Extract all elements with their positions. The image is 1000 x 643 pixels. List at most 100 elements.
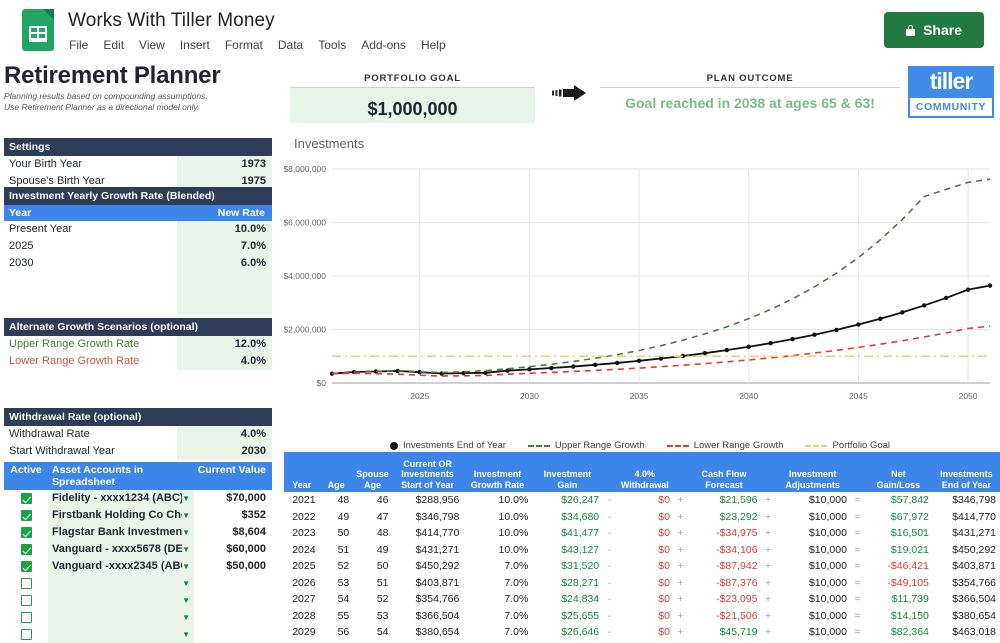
table-cell: 50 [353, 558, 392, 575]
account-name-cell[interactable]: Fidelity - xxxx1234 (ABC)▼ [48, 490, 194, 507]
document-title[interactable]: Works With Tiller Money [68, 10, 275, 32]
account-active-checkbox[interactable] [21, 510, 32, 521]
table-cell: 7.0% [463, 591, 532, 608]
menu-item-add-ons[interactable]: Add-ons [361, 38, 406, 52]
chevron-down-icon[interactable]: ▼ [182, 592, 194, 609]
account-active-checkbox[interactable] [21, 629, 32, 640]
chart-data-point [615, 361, 619, 365]
table-row[interactable]: 20275452$354,7667.0%$24,834-$0+-$23,095+… [284, 591, 1000, 608]
account-name-cell[interactable]: ▼ [48, 592, 194, 609]
account-name-cell[interactable]: ▼ [48, 626, 194, 643]
table-column-header[interactable]: InvestmentGrowth Rate [463, 452, 532, 492]
table-row[interactable]: 20224947$346,79810.0%$34,680-$0+$23,292+… [284, 509, 1000, 526]
chevron-down-icon[interactable]: ▼ [182, 626, 194, 643]
withdrawal-setting-value[interactable]: 2030 [177, 443, 272, 460]
chevron-down-icon[interactable]: ▼ [182, 541, 194, 558]
growth-rate-value[interactable]: 6.0% [177, 255, 272, 272]
account-active-checkbox[interactable] [21, 595, 32, 606]
menu-item-file[interactable]: File [69, 38, 88, 52]
account-name-cell[interactable]: Firstbank Holding Co Checkin▼ [48, 507, 194, 524]
table-column-header[interactable]: Year [284, 452, 319, 492]
account-active-cell[interactable] [4, 544, 48, 555]
table-cell: $431,271 [933, 525, 1000, 542]
withdrawal-panel-title: Withdrawal Rate (optional) [4, 408, 272, 426]
legend-item[interactable]: Portfolio Goal [805, 440, 890, 451]
table-row[interactable]: 20255250$450,2927.0%$31,520-$0+-$87,942+… [284, 558, 1000, 575]
menu-item-tools[interactable]: Tools [318, 38, 346, 52]
growth-rate-value[interactable]: 7.0% [177, 238, 272, 255]
legend-item[interactable]: Lower Range Growth [667, 440, 784, 451]
table-column-header[interactable]: 4.0%Withdrawal [616, 452, 674, 492]
table-column-header[interactable]: SpouseAge [353, 452, 392, 492]
menu-item-insert[interactable]: Insert [180, 38, 210, 52]
table-row[interactable]: 20295654$380,6547.0%$26,646-$0+$45,719+$… [284, 624, 1000, 641]
chevron-down-icon[interactable]: ▼ [182, 558, 194, 575]
withdrawal-setting-label: Withdrawal Rate [4, 426, 177, 443]
account-active-cell[interactable] [4, 510, 48, 521]
legend-item[interactable]: Investments End of Year [390, 440, 506, 451]
table-column-header[interactable]: NetGain/Loss [864, 452, 933, 492]
table-column-header[interactable]: Age [319, 452, 353, 492]
table-cell: $25,655 [532, 608, 603, 625]
chevron-down-icon[interactable]: ▼ [182, 507, 194, 524]
table-row[interactable]: 20235048$414,77010.0%$41,477-$0+-$34,975… [284, 525, 1000, 542]
account-active-checkbox[interactable] [21, 612, 32, 623]
table-row[interactable]: 20245149$431,27110.0%$43,127-$0+-$34,106… [284, 542, 1000, 559]
operator-cell: + [762, 591, 775, 608]
table-cell: 7.0% [463, 624, 532, 641]
setting-value[interactable]: 1973 [177, 156, 272, 173]
table-cell: 51 [353, 575, 392, 592]
account-name-cell[interactable]: ▼ [48, 609, 194, 626]
table-row[interactable]: 20265351$403,8717.0%$28,271-$0+-$87,376+… [284, 575, 1000, 592]
growth-rate-label: 2025 [4, 238, 177, 255]
table-column-header[interactable]: Cash FlowForecast [687, 452, 762, 492]
chevron-down-icon[interactable]: ▼ [182, 575, 194, 592]
account-active-cell[interactable] [4, 578, 48, 589]
legend-item[interactable]: Upper Range Growth [528, 440, 645, 451]
account-name-label: Vanguard -xxxx2345 (ABC) [52, 558, 182, 575]
account-name-cell[interactable]: Vanguard - xxxx5678 (DEF)▼ [48, 541, 194, 558]
account-name-cell[interactable]: Vanguard -xxxx2345 (ABC)▼ [48, 558, 194, 575]
table-column-header[interactable]: InvestmentsEnd of Year [933, 452, 1000, 492]
chevron-down-icon[interactable]: ▼ [182, 609, 194, 626]
menu-item-edit[interactable]: Edit [103, 38, 124, 52]
table-row[interactable]: 20214846$288,95610.0%$26,247-$0+$21,596+… [284, 492, 1000, 509]
chart-data-point [966, 287, 970, 291]
growth-rate-value[interactable]: 10.0% [177, 221, 272, 238]
menu-item-data[interactable]: Data [278, 38, 303, 52]
growth-rate-label: Present Year [4, 221, 177, 238]
account-active-checkbox[interactable] [21, 527, 32, 538]
withdrawal-setting-value[interactable]: 4.0% [177, 426, 272, 443]
account-active-cell[interactable] [4, 493, 48, 504]
account-name-cell[interactable]: ▼ [48, 575, 194, 592]
account-active-cell[interactable] [4, 595, 48, 606]
account-active-checkbox[interactable] [21, 544, 32, 555]
account-value-cell: $352 [194, 507, 272, 524]
account-active-cell[interactable] [4, 527, 48, 538]
table-column-header[interactable]: InvestmentGain [532, 452, 603, 492]
chart-canvas[interactable]: $0$2,000,000$4,000,000$6,000,000$8,000,0… [284, 151, 996, 441]
menu-item-format[interactable]: Format [225, 38, 263, 52]
chevron-down-icon[interactable]: ▼ [182, 490, 194, 507]
alternate-rate-value[interactable]: 12.0% [177, 336, 272, 353]
portfolio-goal-value[interactable]: $1,000,000 [367, 92, 457, 120]
account-active-checkbox[interactable] [21, 493, 32, 504]
menu-item-help[interactable]: Help [421, 38, 446, 52]
table-row[interactable]: 20285553$366,5047.0%$25,655-$0+-$21,506+… [284, 608, 1000, 625]
alternate-rate-value[interactable]: 4.0% [177, 353, 272, 370]
account-name-cell[interactable]: Flagstar Bank Investments - x▼ [48, 524, 194, 541]
chevron-down-icon[interactable]: ▼ [182, 524, 194, 541]
account-active-cell[interactable] [4, 561, 48, 572]
table-column-header[interactable]: InvestmentAdjustments [774, 452, 850, 492]
y-axis-tick: $2,000,000 [284, 325, 326, 335]
table-cell: $380,654 [393, 624, 464, 641]
table-cell: 53 [353, 608, 392, 625]
table-column-header[interactable]: Current ORInvestmentsStart of Year [392, 452, 463, 492]
account-active-checkbox[interactable] [21, 561, 32, 572]
account-active-cell[interactable] [4, 629, 48, 640]
account-active-cell[interactable] [4, 612, 48, 623]
menu-item-view[interactable]: View [139, 38, 165, 52]
legend-label: Upper Range Growth [555, 440, 645, 451]
account-active-checkbox[interactable] [21, 578, 32, 589]
share-button[interactable]: Share [884, 12, 984, 48]
